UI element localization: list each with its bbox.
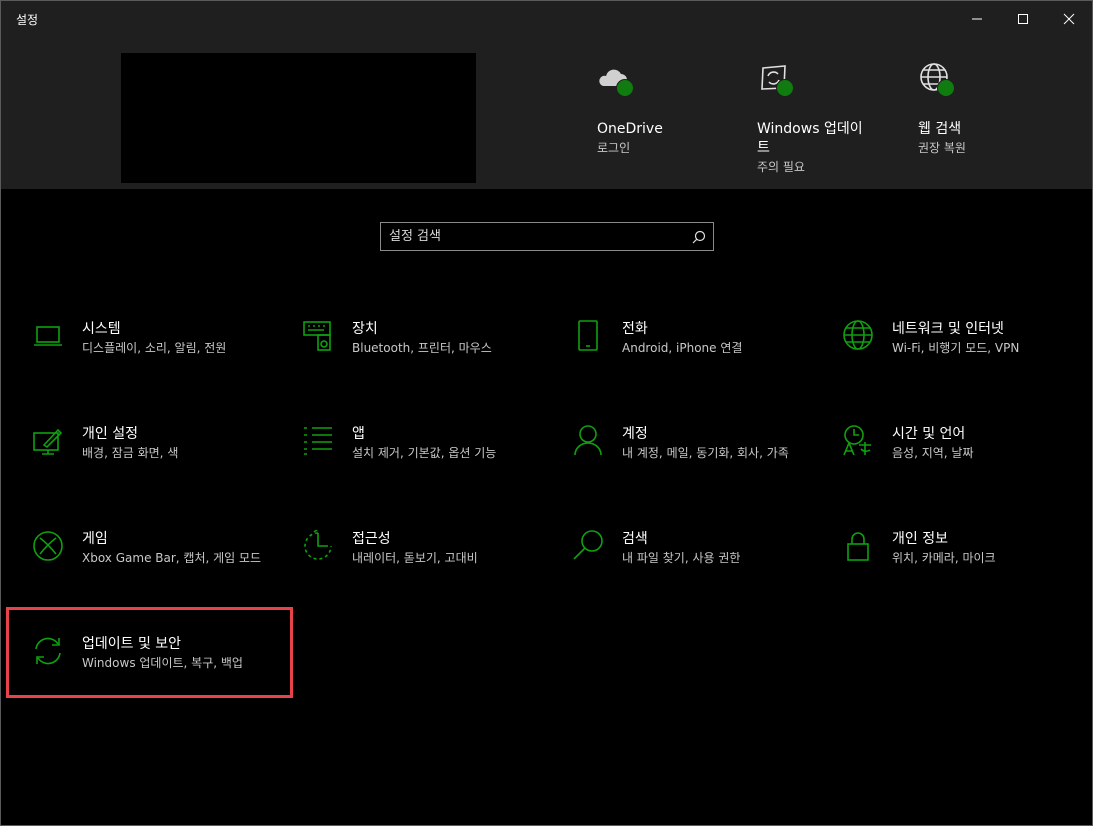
person-icon	[574, 425, 602, 456]
category-devices[interactable]: 장치 Bluetooth, 프린터, 마우스	[302, 320, 552, 400]
status-sub: 주의 필요	[757, 160, 805, 174]
maximize-icon	[1018, 14, 1028, 24]
status-web-search[interactable]: 웹 검색 권장 복원	[918, 62, 1058, 157]
category-description: Bluetooth, 프린터, 마우스	[352, 341, 492, 355]
category-title: 장치	[352, 321, 378, 337]
close-button[interactable]	[1046, 1, 1092, 37]
category-title: 접근성	[352, 531, 391, 547]
status-label: 웹 검색	[918, 121, 962, 137]
category-description: 음성, 지역, 날짜	[892, 446, 974, 460]
minimize-icon	[972, 18, 982, 20]
category-title: 네트워크 및 인터넷	[892, 321, 1004, 337]
category-title: 개인 설정	[82, 426, 138, 442]
category-network[interactable]: 네트워크 및 인터넷 Wi-Fi, 비행기 모드, VPN	[842, 320, 1092, 400]
globe-icon	[843, 320, 873, 350]
category-title: 게임	[82, 531, 108, 547]
status-ok-dot	[937, 79, 955, 97]
status-ok-dot	[776, 79, 794, 97]
title-bar: 설정	[1, 1, 1092, 37]
category-title: 전화	[622, 321, 648, 337]
status-ok-dot	[616, 79, 634, 97]
category-system[interactable]: 시스템 디스플레이, 소리, 알림, 전원	[32, 320, 282, 400]
category-title: 계정	[622, 426, 648, 442]
search-icon	[573, 530, 603, 560]
xbox-icon	[33, 531, 63, 561]
close-icon	[1063, 13, 1075, 25]
phone-icon	[578, 320, 598, 351]
apps-list-icon	[304, 427, 332, 455]
category-title: 시간 및 언어	[892, 426, 966, 442]
category-privacy[interactable]: 개인 정보 위치, 카메라, 마이크	[842, 530, 1092, 610]
lock-icon	[847, 532, 869, 561]
status-sub: 로그인	[597, 141, 631, 155]
category-description: 내 파일 찾기, 사용 권한	[622, 551, 741, 565]
laptop-icon	[34, 326, 62, 346]
category-title: 시스템	[82, 321, 121, 337]
personalization-icon	[33, 428, 63, 455]
search-icon[interactable]	[692, 230, 706, 244]
devices-icon	[303, 321, 331, 351]
time-language-icon	[843, 425, 871, 456]
category-search[interactable]: 검색 내 파일 찾기, 사용 권한	[572, 530, 822, 610]
category-gaming[interactable]: 게임 Xbox Game Bar, 캡처, 게임 모드	[32, 530, 282, 610]
category-personalization[interactable]: 개인 설정 배경, 잠금 화면, 색	[32, 425, 282, 505]
status-label: OneDrive	[597, 121, 663, 137]
status-windows-update[interactable]: Windows 업데이트 주의 필요	[757, 62, 897, 176]
settings-window: 설정 OneDrive 로그인 Windows 업데이트 주의 필요 웹 검색 …	[0, 0, 1093, 826]
category-accounts[interactable]: 계정 내 계정, 메일, 동기화, 회사, 가족	[572, 425, 822, 505]
category-description: 위치, 카메라, 마이크	[892, 551, 996, 565]
category-description: Xbox Game Bar, 캡처, 게임 모드	[82, 551, 262, 565]
minimize-button[interactable]	[954, 1, 1000, 37]
status-sub: 권장 복원	[918, 141, 966, 155]
maximize-button[interactable]	[1000, 1, 1046, 37]
header-banner: OneDrive 로그인 Windows 업데이트 주의 필요 웹 검색 권장 …	[1, 37, 1092, 189]
highlight-box	[6, 607, 293, 698]
status-onedrive[interactable]: OneDrive 로그인	[597, 62, 737, 157]
category-description: Android, iPhone 연결	[622, 341, 743, 355]
category-apps[interactable]: 앱 설치 제거, 기본값, 옵션 기능	[302, 425, 552, 505]
category-description: 내 계정, 메일, 동기화, 회사, 가족	[622, 446, 789, 460]
category-description: 배경, 잠금 화면, 색	[82, 446, 179, 460]
category-title: 앱	[352, 426, 365, 442]
category-description: 디스플레이, 소리, 알림, 전원	[82, 341, 227, 355]
status-label: Windows 업데이트	[757, 121, 863, 156]
category-time-language[interactable]: 시간 및 언어 음성, 지역, 날짜	[842, 425, 1092, 505]
category-description: Wi-Fi, 비행기 모드, VPN	[892, 341, 1020, 355]
category-description: 내레이터, 돋보기, 고대비	[352, 551, 478, 565]
category-ease-of-access[interactable]: 접근성 내레이터, 돋보기, 고대비	[302, 528, 552, 610]
category-title: 검색	[622, 531, 648, 547]
ease-of-access-icon	[304, 528, 332, 560]
window-title: 설정	[16, 13, 39, 27]
settings-search-box[interactable]	[380, 222, 714, 251]
account-avatar-area[interactable]	[121, 53, 476, 183]
category-title: 개인 정보	[892, 531, 948, 547]
search-input[interactable]	[389, 227, 679, 246]
category-description: 설치 제거, 기본값, 옵션 기능	[352, 446, 497, 460]
category-phone[interactable]: 전화 Android, iPhone 연결	[572, 320, 822, 400]
